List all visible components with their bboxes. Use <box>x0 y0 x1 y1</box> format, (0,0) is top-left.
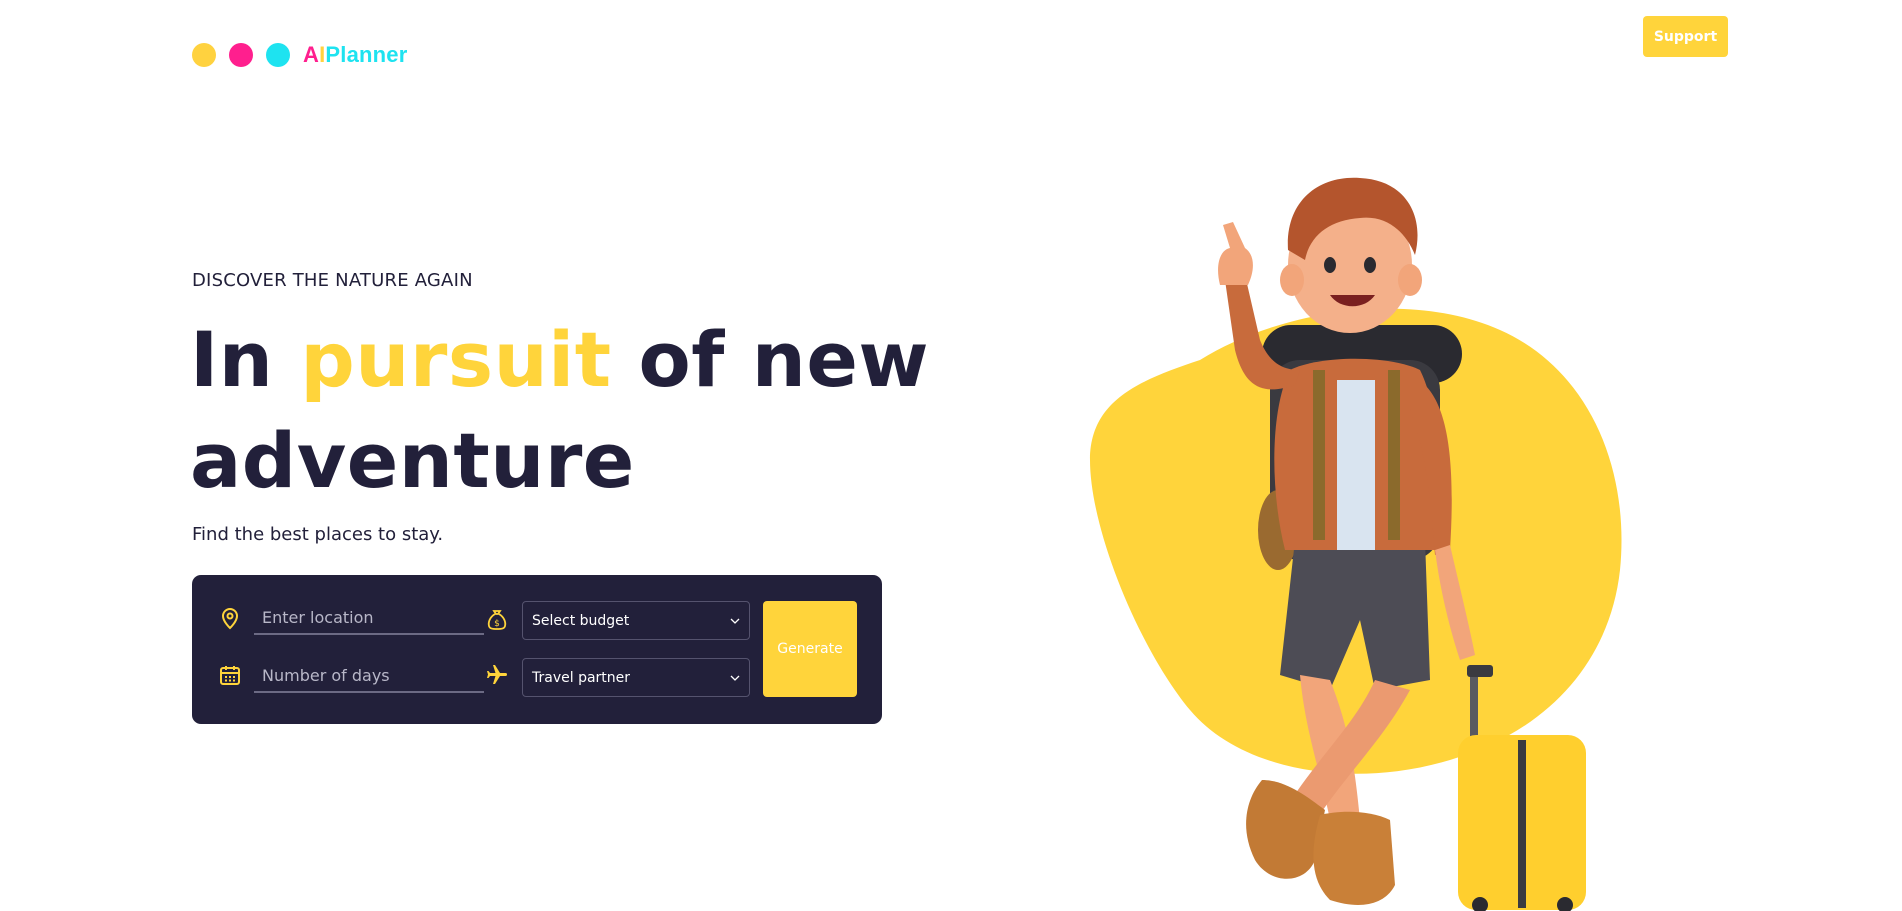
eye-right-shape <box>1364 257 1376 273</box>
money-bag-icon: $ <box>484 607 510 633</box>
svg-text:$: $ <box>494 619 500 629</box>
travel-partner-select-value: Travel partner <box>532 669 631 686</box>
boot-right-shape <box>1313 811 1395 905</box>
logo[interactable]: AIPlanner <box>192 42 408 68</box>
calendar-icon <box>217 662 243 688</box>
days-input[interactable] <box>254 659 484 693</box>
strap-right-shape <box>1388 370 1400 540</box>
travel-partner-select[interactable]: Travel partner <box>522 658 750 697</box>
headline-part1: In <box>190 315 301 404</box>
ear-left-shape <box>1280 264 1304 296</box>
generate-button[interactable]: Generate <box>763 601 857 697</box>
location-input[interactable] <box>254 601 484 635</box>
hero-headline: In pursuit of new adventure <box>190 309 929 511</box>
suitcase-handle-shape <box>1470 670 1478 740</box>
map-pin-icon <box>217 605 243 631</box>
chevron-down-icon <box>730 675 740 681</box>
strap-left-shape <box>1313 370 1325 540</box>
traveler-illustration <box>1090 177 1622 911</box>
airplane-icon <box>484 662 510 688</box>
hero-subtitle: Find the best places to stay. <box>192 524 444 545</box>
logo-text-a: A <box>303 42 320 67</box>
logo-dot-pink <box>229 43 253 67</box>
budget-select[interactable]: Select budget <box>522 601 750 640</box>
hero-eyebrow: DISCOVER THE NATURE AGAIN <box>192 270 473 291</box>
logo-dot-cyan <box>266 43 290 67</box>
search-panel: $ Select budget Travel partner Generate <box>192 575 882 724</box>
support-button[interactable]: Support <box>1643 16 1728 57</box>
logo-text-planner: Planner <box>325 42 408 67</box>
eye-left-shape <box>1324 257 1336 273</box>
chevron-down-icon <box>730 618 740 624</box>
ear-right-shape <box>1398 264 1422 296</box>
undershirt-shape <box>1337 380 1375 550</box>
headline-part2: of new <box>611 315 930 404</box>
suitcase-stripe-shape <box>1518 740 1526 908</box>
budget-select-value: Select budget <box>532 612 630 629</box>
suitcase-handle-top-shape <box>1467 665 1493 677</box>
logo-dot-yellow <box>192 43 216 67</box>
hand-raised-shape <box>1218 222 1253 285</box>
logo-text: AIPlanner <box>303 42 408 68</box>
headline-highlight: pursuit <box>300 315 612 404</box>
headline-line2: adventure <box>190 416 635 505</box>
